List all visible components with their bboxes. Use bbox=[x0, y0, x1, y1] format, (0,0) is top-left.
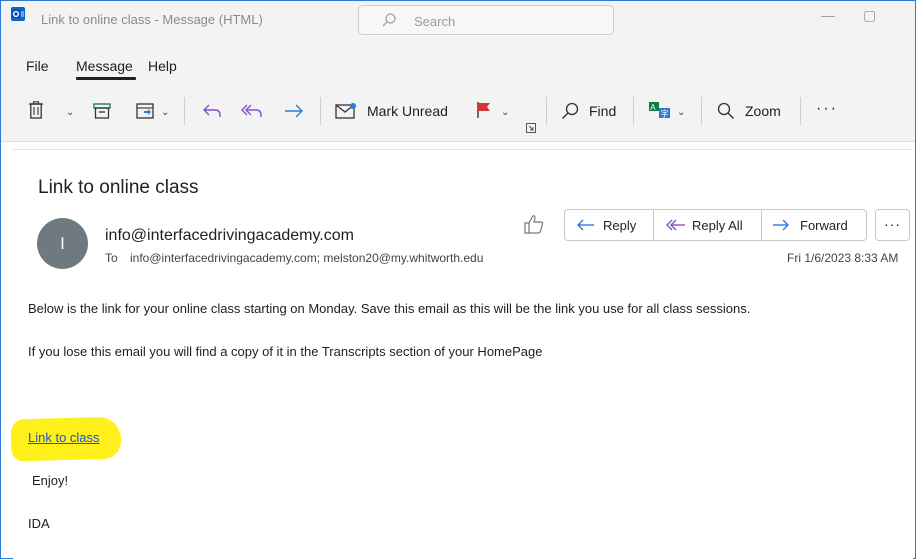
reply-label: Reply bbox=[603, 217, 637, 233]
translate-dropdown-chevron-icon[interactable]: ⌄ bbox=[677, 107, 685, 118]
menu-file[interactable]: File bbox=[26, 58, 49, 74]
search-icon bbox=[382, 13, 396, 27]
reply-icon bbox=[577, 219, 594, 231]
more-actions-button[interactable]: ··· bbox=[875, 209, 910, 241]
reply-all-label: Reply All bbox=[692, 217, 743, 233]
avatar-initial: I bbox=[60, 233, 65, 253]
search-placeholder: Search bbox=[414, 14, 456, 29]
find-icon[interactable] bbox=[561, 102, 579, 120]
delete-dropdown-chevron-icon[interactable]: ⌄ bbox=[66, 107, 74, 118]
toolbar-separator bbox=[320, 97, 321, 125]
reply-all-action-button[interactable]: Reply All bbox=[666, 210, 743, 240]
class-link[interactable]: Link to class bbox=[28, 430, 100, 445]
translate-icon[interactable]: A 字 bbox=[648, 100, 672, 120]
message-actions: Reply Reply All Forward bbox=[564, 209, 867, 241]
title-bar: Link to online class - Message (HTML) Se… bbox=[1, 1, 915, 43]
group-expand-icon[interactable] bbox=[526, 123, 536, 133]
toolbar-separator bbox=[184, 97, 185, 125]
move-to-folder-icon[interactable] bbox=[136, 101, 156, 119]
message-subject: Link to online class bbox=[38, 177, 199, 198]
flag-icon[interactable] bbox=[476, 101, 492, 119]
like-icon[interactable] bbox=[522, 213, 548, 235]
svg-text:A: A bbox=[650, 103, 656, 112]
outlook-logo-icon bbox=[11, 7, 25, 21]
move-dropdown-chevron-icon[interactable]: ⌄ bbox=[161, 107, 169, 118]
more-commands-button[interactable]: ··· bbox=[816, 100, 838, 118]
forward-icon bbox=[773, 219, 789, 231]
menu-bar: File Message Help bbox=[1, 43, 915, 83]
toolbar-separator bbox=[800, 97, 801, 125]
body-enjoy: Enjoy! bbox=[32, 473, 69, 488]
reply-all-icon bbox=[666, 219, 685, 231]
forward-icon[interactable] bbox=[284, 104, 304, 118]
body-signature: IDA bbox=[28, 516, 50, 531]
svg-text:字: 字 bbox=[661, 109, 669, 119]
body-paragraph-1: Below is the link for your online class … bbox=[28, 301, 751, 316]
to-label: To bbox=[105, 251, 118, 265]
outlook-message-window: Link to online class - Message (HTML) Se… bbox=[0, 0, 916, 560]
sender-address[interactable]: info@interfacedrivingacademy.com bbox=[105, 227, 354, 245]
reply-action-button[interactable]: Reply bbox=[577, 210, 636, 240]
recipients[interactable]: info@interfacedrivingacademy.com; melsto… bbox=[130, 251, 483, 265]
minimize-button[interactable]: — bbox=[821, 7, 835, 23]
reply-icon[interactable] bbox=[203, 103, 221, 119]
search-box[interactable]: Search bbox=[358, 5, 614, 35]
flag-dropdown-chevron-icon[interactable]: ⌄ bbox=[501, 107, 509, 118]
body-paragraph-2: If you lose this email you will find a c… bbox=[28, 344, 543, 359]
maximize-button[interactable]: ▢ bbox=[863, 7, 876, 24]
mark-unread-icon[interactable] bbox=[335, 102, 357, 120]
ribbon-toolbar: ⌄ ⌄ Mark Unread ⌄ Find A 字 ⌄ Zoom ··· bbox=[1, 83, 915, 142]
menu-message[interactable]: Message bbox=[76, 58, 133, 74]
zoom-button[interactable]: Zoom bbox=[745, 103, 781, 119]
forward-label: Forward bbox=[800, 217, 848, 233]
zoom-icon[interactable] bbox=[717, 102, 735, 120]
toolbar-separator bbox=[546, 97, 547, 125]
reply-all-icon[interactable] bbox=[241, 103, 263, 119]
action-separator bbox=[761, 210, 762, 240]
forward-action-button[interactable]: Forward bbox=[772, 210, 848, 240]
mark-unread-button[interactable]: Mark Unread bbox=[367, 103, 448, 119]
archive-icon[interactable] bbox=[93, 103, 111, 119]
action-separator bbox=[653, 210, 654, 240]
sender-avatar[interactable]: I bbox=[37, 218, 88, 269]
active-menu-indicator bbox=[76, 77, 136, 80]
sent-date: Fri 1/6/2023 8:33 AM bbox=[787, 251, 899, 265]
toolbar-separator bbox=[701, 97, 702, 125]
window-title: Link to online class - Message (HTML) bbox=[41, 12, 263, 27]
toolbar-separator bbox=[633, 97, 634, 125]
find-button[interactable]: Find bbox=[589, 103, 616, 119]
delete-icon[interactable] bbox=[28, 101, 44, 119]
menu-help[interactable]: Help bbox=[148, 58, 177, 74]
